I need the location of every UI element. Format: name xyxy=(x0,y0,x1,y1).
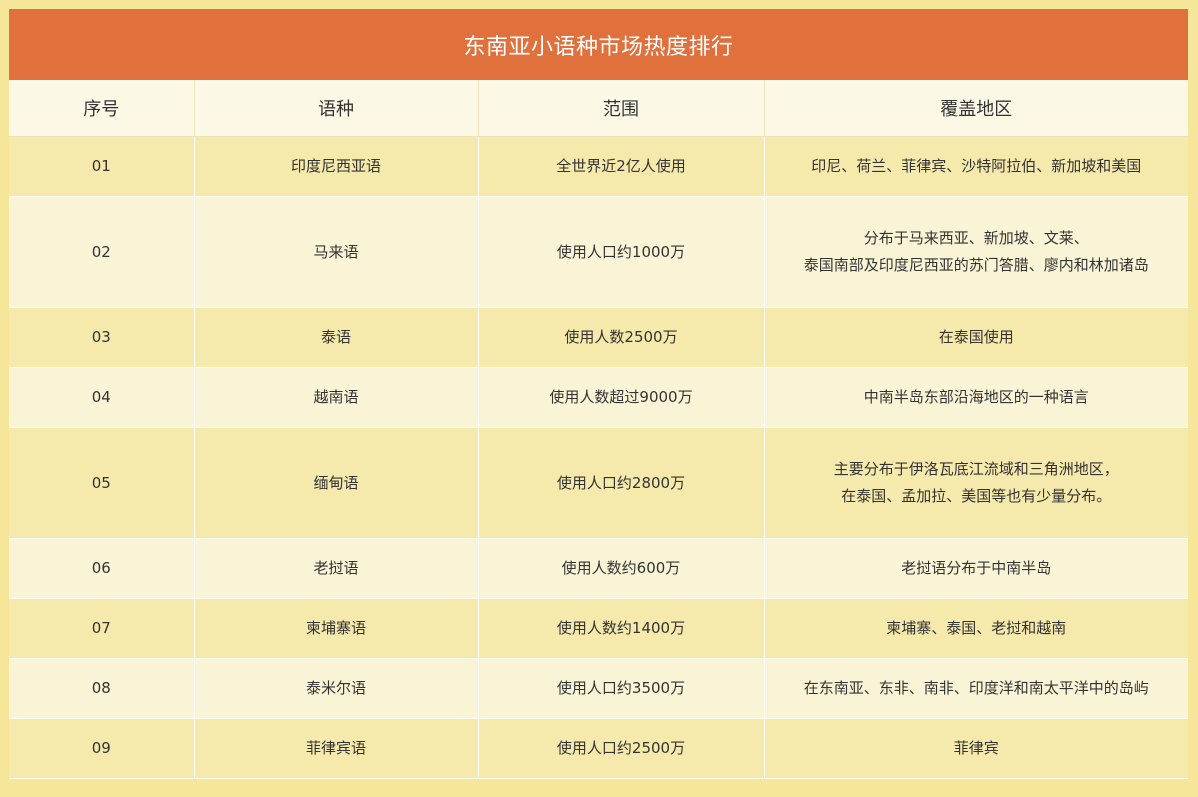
cell-language: 泰语 xyxy=(194,307,479,368)
cell-language: 菲律宾语 xyxy=(194,718,479,779)
region-line: 主要分布于伊洛瓦底江流域和三角洲地区， xyxy=(833,460,1119,478)
cell-index: 02 xyxy=(9,196,195,308)
cell-range: 使用人数约1400万 xyxy=(478,598,765,659)
cell-region: 在东南亚、东非、南非、印度洋和南太平洋中的岛屿 xyxy=(764,658,1188,719)
cell-index: 08 xyxy=(9,658,195,719)
cell-language: 越南语 xyxy=(194,367,479,428)
cell-language: 泰米尔语 xyxy=(194,658,479,719)
table-row: 03 泰语 使用人数2500万 在泰国使用 xyxy=(9,307,1188,368)
cell-region: 印尼、荷兰、菲律宾、沙特阿拉伯、新加坡和美国 xyxy=(764,136,1188,197)
region-line: 泰国南部及印度尼西亚的苏门答腊、廖内和林加诸岛 xyxy=(803,256,1149,274)
cell-index: 01 xyxy=(9,136,195,197)
cell-range: 全世界近2亿人使用 xyxy=(478,136,765,197)
cell-range: 使用人数约600万 xyxy=(478,538,765,599)
cell-range: 使用人口约3500万 xyxy=(478,658,765,719)
cell-range: 使用人口约2500万 xyxy=(478,718,765,779)
cell-range: 使用人口约2800万 xyxy=(478,427,765,539)
header-row: 序号 语种 范围 覆盖地区 xyxy=(9,80,1188,137)
region-line: 分布于马来西亚、新加坡、文莱、 xyxy=(863,229,1089,247)
table-row: 08 泰米尔语 使用人口约3500万 在东南亚、东非、南非、印度洋和南太平洋中的… xyxy=(9,658,1188,719)
table-row: 04 越南语 使用人数超过9000万 中南半岛东部沿海地区的一种语言 xyxy=(9,367,1188,428)
header-region: 覆盖地区 xyxy=(764,80,1188,137)
table-row: 06 老挝语 使用人数约600万 老挝语分布于中南半岛 xyxy=(9,538,1188,599)
header-index: 序号 xyxy=(9,80,195,137)
table-row: 02 马来语 使用人口约1000万 分布于马来西亚、新加坡、文莱、泰国南部及印度… xyxy=(9,196,1188,308)
region-line: 老挝语分布于中南半岛 xyxy=(901,559,1052,577)
cell-range: 使用人数超过9000万 xyxy=(478,367,765,428)
region-line: 菲律宾 xyxy=(953,739,999,757)
cell-region: 主要分布于伊洛瓦底江流域和三角洲地区， 在泰国、孟加拉、美国等也有少量分布。 xyxy=(764,427,1188,539)
ranking-table-frame: 东南亚小语种市场热度排行 序号 语种 范围 覆盖地区 01 印度尼西亚语 全世界… xyxy=(9,9,1188,786)
cell-language: 老挝语 xyxy=(194,538,479,599)
cell-range: 使用人口约1000万 xyxy=(478,196,765,308)
cell-region: 分布于马来西亚、新加坡、文莱、泰国南部及印度尼西亚的苏门答腊、廖内和林加诸岛 xyxy=(764,196,1188,308)
table-title: 东南亚小语种市场热度排行 xyxy=(9,9,1188,80)
cell-range: 使用人数2500万 xyxy=(478,307,765,368)
cell-language: 柬埔寨语 xyxy=(194,598,479,659)
cell-index: 05 xyxy=(9,427,195,539)
cell-region: 菲律宾 xyxy=(764,718,1188,779)
header-range: 范围 xyxy=(478,80,765,137)
region-line: 在泰国使用 xyxy=(938,328,1014,346)
region-line: 在泰国、孟加拉、美国等也有少量分布。 xyxy=(841,487,1112,505)
region-line: 中南半岛东部沿海地区的一种语言 xyxy=(863,388,1089,406)
cell-region: 在泰国使用 xyxy=(764,307,1188,368)
table-row: 07 柬埔寨语 使用人数约1400万 柬埔寨、泰国、老挝和越南 xyxy=(9,598,1188,659)
cell-index: 06 xyxy=(9,538,195,599)
cell-index: 03 xyxy=(9,307,195,368)
table-row: 09 菲律宾语 使用人口约2500万 菲律宾 xyxy=(9,718,1188,779)
region-line: 柬埔寨、泰国、老挝和越南 xyxy=(886,619,1067,637)
cell-index: 04 xyxy=(9,367,195,428)
cell-language: 缅甸语 xyxy=(194,427,479,539)
cell-language: 印度尼西亚语 xyxy=(194,136,479,197)
header-language: 语种 xyxy=(194,80,479,137)
cell-region: 老挝语分布于中南半岛 xyxy=(764,538,1188,599)
table-row: 01 印度尼西亚语 全世界近2亿人使用 印尼、荷兰、菲律宾、沙特阿拉伯、新加坡和… xyxy=(9,136,1188,197)
cell-index: 09 xyxy=(9,718,195,779)
cell-index: 07 xyxy=(9,598,195,659)
region-line: 在东南亚、东非、南非、印度洋和南太平洋中的岛屿 xyxy=(803,679,1149,697)
language-ranking-table: 序号 语种 范围 覆盖地区 01 印度尼西亚语 全世界近2亿人使用 印尼、荷兰、… xyxy=(9,80,1188,779)
cell-language: 马来语 xyxy=(194,196,479,308)
table-row: 05 缅甸语 使用人口约2800万 主要分布于伊洛瓦底江流域和三角洲地区， 在泰国… xyxy=(9,427,1188,539)
cell-region: 中南半岛东部沿海地区的一种语言 xyxy=(764,367,1188,428)
cell-region: 柬埔寨、泰国、老挝和越南 xyxy=(764,598,1188,659)
region-line: 印尼、荷兰、菲律宾、沙特阿拉伯、新加坡和美国 xyxy=(811,157,1142,175)
